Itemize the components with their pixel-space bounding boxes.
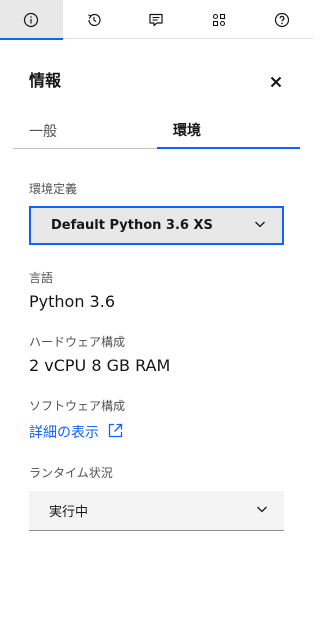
tab-apps[interactable]: [188, 0, 251, 39]
comment-icon: [148, 12, 164, 28]
chevron-down-icon: [256, 503, 268, 519]
hardware-label: ハードウェア構成: [29, 335, 126, 349]
runtime-status-label: ランタイム状況: [29, 466, 113, 480]
panel-title: 情報: [29, 71, 62, 90]
panel-icon-tabs: [0, 0, 313, 40]
close-button[interactable]: [266, 72, 286, 92]
software-details-link[interactable]: 詳細の表示: [29, 422, 124, 444]
tab-info[interactable]: [0, 0, 63, 40]
hardware-value: 2 vCPU 8 GB RAM: [29, 356, 171, 375]
tab-help[interactable]: [250, 0, 313, 39]
language-label: 言語: [29, 271, 54, 285]
environment-definition-label: 環境定義: [29, 182, 78, 196]
software-label: ソフトウェア構成: [29, 399, 126, 413]
info-icon: [23, 12, 39, 28]
apps-icon: [211, 12, 227, 28]
language-value: Python 3.6: [29, 292, 115, 311]
tab-general[interactable]: 一般: [13, 113, 157, 149]
software-details-link-text: 詳細の表示: [29, 425, 99, 441]
environment-definition-value: Default Python 3.6 XS: [51, 218, 213, 233]
chevron-down-icon: [254, 218, 266, 234]
tab-environment[interactable]: 環境: [157, 113, 300, 149]
runtime-status-select[interactable]: 実行中: [29, 491, 284, 531]
runtime-status-value: 実行中: [49, 505, 89, 520]
launch-icon: [99, 422, 124, 444]
environment-definition-select[interactable]: Default Python 3.6 XS: [29, 206, 284, 245]
help-icon: [274, 12, 290, 28]
history-icon: [86, 12, 102, 28]
panel-tabs: 一般 環境: [13, 113, 300, 149]
close-icon: [270, 73, 282, 92]
tab-comments[interactable]: [125, 0, 188, 39]
tab-history[interactable]: [63, 0, 126, 39]
